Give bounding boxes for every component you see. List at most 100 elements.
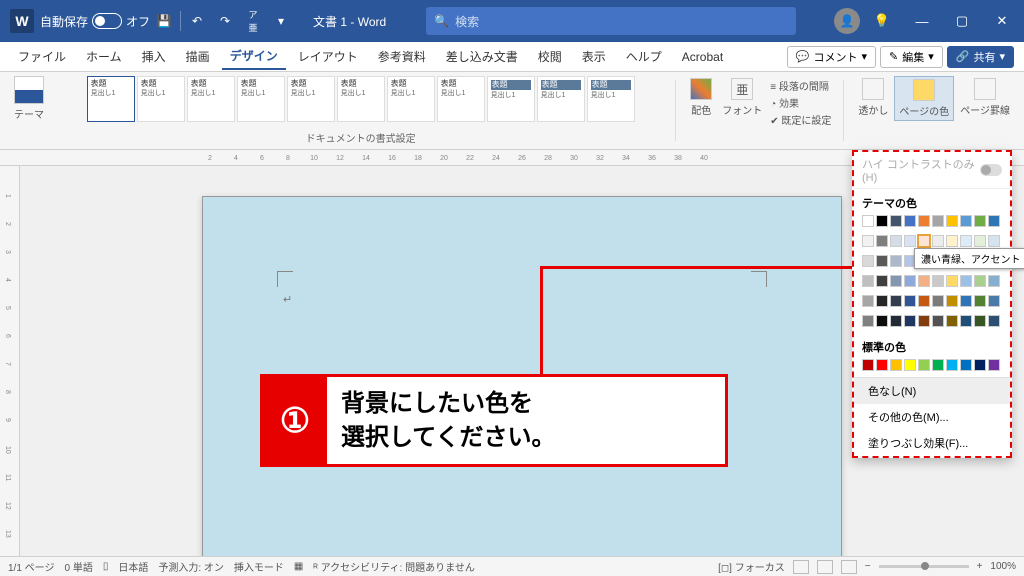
- color-swatch[interactable]: [918, 275, 930, 287]
- color-swatch[interactable]: [862, 215, 874, 227]
- color-swatch[interactable]: [974, 275, 986, 287]
- color-swatch[interactable]: [960, 215, 972, 227]
- color-swatch[interactable]: [876, 255, 888, 267]
- color-swatch[interactable]: [904, 275, 916, 287]
- color-swatch[interactable]: [932, 359, 944, 371]
- more-colors-item[interactable]: その他の色(M)...: [854, 404, 1010, 430]
- color-swatch[interactable]: [974, 315, 986, 327]
- style-card[interactable]: 表題見出し1: [187, 76, 235, 122]
- style-card[interactable]: 表題見出し1: [437, 76, 485, 122]
- autosave-toggle[interactable]: 自動保存 オフ: [40, 13, 150, 30]
- color-swatch[interactable]: [988, 275, 1000, 287]
- color-swatch[interactable]: [960, 295, 972, 307]
- style-card[interactable]: 表題見出し1: [337, 76, 385, 122]
- comment-button[interactable]: 💬 コメント ▾: [787, 46, 876, 68]
- color-swatch[interactable]: [862, 235, 874, 247]
- color-swatch[interactable]: [918, 295, 930, 307]
- minimize-button[interactable]: —: [904, 7, 940, 35]
- tab-design[interactable]: デザイン: [222, 43, 286, 70]
- view-read-icon[interactable]: [793, 560, 809, 574]
- zoom-in-button[interactable]: +: [977, 561, 983, 572]
- edit-mode-button[interactable]: ✎ 編集 ▾: [880, 46, 943, 68]
- watermark-button[interactable]: 透かし: [854, 76, 892, 119]
- status-language[interactable]: 日本語: [118, 559, 148, 574]
- color-swatch[interactable]: [946, 235, 958, 247]
- redo-icon[interactable]: ↷: [211, 7, 239, 35]
- color-swatch[interactable]: [974, 235, 986, 247]
- color-swatch[interactable]: [876, 315, 888, 327]
- color-swatch[interactable]: [960, 359, 972, 371]
- user-avatar-icon[interactable]: 👤: [834, 8, 860, 34]
- color-swatch[interactable]: [862, 359, 874, 371]
- color-swatch[interactable]: [876, 215, 888, 227]
- color-swatch[interactable]: [890, 359, 902, 371]
- macro-icon[interactable]: ▦: [294, 561, 303, 572]
- color-swatch[interactable]: [960, 235, 972, 247]
- view-web-icon[interactable]: [841, 560, 857, 574]
- tab-references[interactable]: 参考資料: [370, 44, 434, 69]
- themes-button[interactable]: テーマ: [10, 76, 48, 121]
- color-swatch[interactable]: [918, 315, 930, 327]
- color-swatch[interactable]: [904, 315, 916, 327]
- color-swatch[interactable]: [890, 255, 902, 267]
- qat-dropdown-icon[interactable]: ▾: [267, 7, 295, 35]
- high-contrast-toggle[interactable]: ハイ コントラストのみ(H): [854, 152, 1010, 189]
- color-swatch[interactable]: [904, 235, 916, 247]
- color-swatch[interactable]: [918, 235, 930, 247]
- tab-draw[interactable]: 描画: [178, 44, 218, 69]
- view-print-icon[interactable]: [817, 560, 833, 574]
- tab-home[interactable]: ホーム: [78, 44, 130, 69]
- help-icon[interactable]: 💡: [864, 7, 900, 35]
- save-icon[interactable]: 💾: [150, 7, 178, 35]
- style-card[interactable]: 表題見出し1: [237, 76, 285, 122]
- spellcheck-icon[interactable]: ▯: [103, 561, 109, 572]
- undo-icon[interactable]: ↶: [183, 7, 211, 35]
- style-card[interactable]: 表題見出し1: [587, 76, 635, 122]
- color-swatch[interactable]: [862, 255, 874, 267]
- focus-mode[interactable]: [◻] フォーカス: [718, 559, 785, 574]
- color-swatch[interactable]: [988, 359, 1000, 371]
- tab-mailings[interactable]: 差し込み文書: [438, 44, 526, 69]
- color-swatch[interactable]: [960, 315, 972, 327]
- color-swatch[interactable]: [946, 315, 958, 327]
- color-swatch[interactable]: [890, 295, 902, 307]
- colors-button[interactable]: 配色: [686, 76, 716, 119]
- tab-review[interactable]: 校閲: [530, 44, 570, 69]
- fonts-button[interactable]: 亜フォント: [718, 76, 766, 119]
- color-swatch[interactable]: [876, 295, 888, 307]
- color-swatch[interactable]: [862, 275, 874, 287]
- color-swatch[interactable]: [876, 275, 888, 287]
- zoom-level[interactable]: 100%: [990, 561, 1016, 572]
- color-swatch[interactable]: [904, 295, 916, 307]
- style-card[interactable]: 表題見出し1: [387, 76, 435, 122]
- color-swatch[interactable]: [988, 215, 1000, 227]
- a11y-icon[interactable]: ᴿ アクセシビリティ: 問題ありません: [313, 559, 474, 574]
- color-swatch[interactable]: [918, 359, 930, 371]
- page-border-button[interactable]: ページ罫線: [956, 76, 1014, 119]
- share-button[interactable]: 🔗 共有 ▾: [947, 46, 1014, 68]
- color-swatch[interactable]: [890, 235, 902, 247]
- color-swatch[interactable]: [974, 215, 986, 227]
- color-swatch[interactable]: [946, 275, 958, 287]
- tab-view[interactable]: 表示: [574, 44, 614, 69]
- status-ime[interactable]: 予測入力: オン: [158, 559, 224, 574]
- style-gallery[interactable]: 表題見出し1表題見出し1表題見出し1表題見出し1表題見出し1表題見出し1表題見出…: [87, 76, 635, 128]
- quick-access-icon[interactable]: ア亜: [239, 7, 267, 35]
- color-swatch[interactable]: [988, 315, 1000, 327]
- color-swatch[interactable]: [974, 295, 986, 307]
- maximize-button[interactable]: ▢: [944, 7, 980, 35]
- close-button[interactable]: ✕: [984, 7, 1020, 35]
- tab-layout[interactable]: レイアウト: [290, 44, 366, 69]
- color-swatch[interactable]: [890, 215, 902, 227]
- color-swatch[interactable]: [946, 295, 958, 307]
- fill-effects-item[interactable]: 塗りつぶし効果(F)...: [854, 430, 1010, 456]
- tab-insert[interactable]: 挿入: [134, 44, 174, 69]
- tab-acrobat[interactable]: Acrobat: [674, 46, 731, 68]
- color-swatch[interactable]: [932, 295, 944, 307]
- color-swatch[interactable]: [932, 235, 944, 247]
- tab-help[interactable]: ヘルプ: [618, 44, 670, 69]
- style-card[interactable]: 表題見出し1: [137, 76, 185, 122]
- color-swatch[interactable]: [960, 275, 972, 287]
- zoom-out-button[interactable]: −: [865, 561, 871, 572]
- color-swatch[interactable]: [932, 275, 944, 287]
